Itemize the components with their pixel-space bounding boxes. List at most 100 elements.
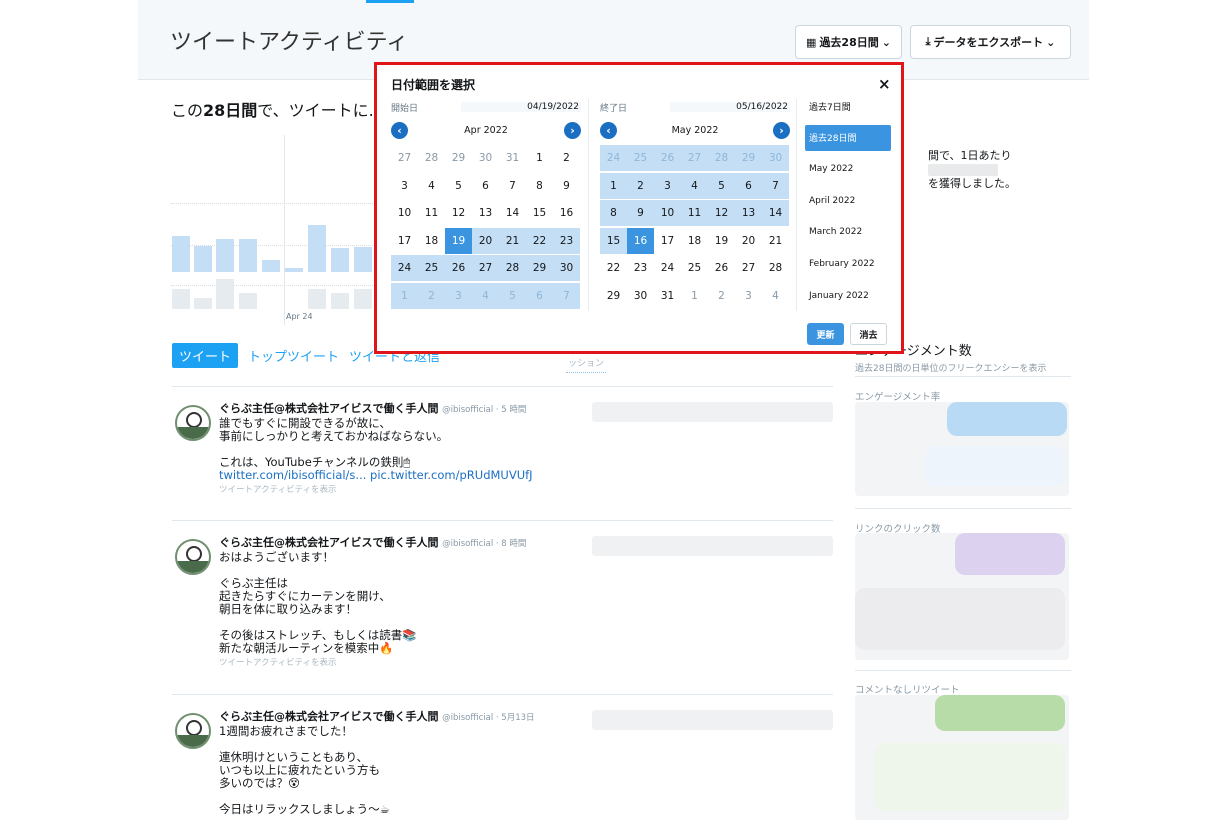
tweet-author[interactable]: ぐらぶ主任@株式会社アイビスで働く手人間 [219,710,438,723]
end-day[interactable]: 14 [762,200,789,226]
end-day[interactable]: 18 [681,228,708,254]
start-day[interactable]: 18 [418,228,445,254]
start-day[interactable]: 4 [472,282,499,309]
end-day[interactable]: 24 [600,145,627,171]
start-day[interactable]: 11 [418,200,445,226]
close-icon[interactable]: × [878,75,891,93]
preset-option[interactable]: January 2022 [805,283,891,309]
start-day[interactable]: 2 [553,145,580,171]
date-range-button[interactable]: ▦ 過去28日間 ⌄ [795,25,902,59]
end-day[interactable]: 5 [708,172,735,199]
start-day[interactable]: 27 [472,255,499,281]
prev-month-icon[interactable]: ‹ [600,121,617,139]
end-day[interactable]: 9 [627,200,654,226]
end-day[interactable]: 3 [654,172,681,199]
end-day[interactable]: 17 [654,228,681,254]
preset-option[interactable]: February 2022 [805,251,891,277]
start-day[interactable]: 25 [418,255,445,281]
start-day[interactable]: 7 [499,173,526,199]
start-day[interactable]: 19 [445,227,472,254]
end-day[interactable]: 2 [708,283,735,309]
end-day[interactable]: 25 [681,255,708,281]
start-day[interactable]: 30 [472,145,499,171]
start-day[interactable]: 1 [526,145,553,171]
start-day[interactable]: 15 [526,200,553,226]
start-day[interactable]: 10 [391,200,418,226]
start-day[interactable]: 27 [391,145,418,171]
start-day[interactable]: 5 [499,282,526,309]
end-day[interactable]: 27 [735,255,762,281]
tweet-author[interactable]: ぐらぶ主任@株式会社アイビスで働く手人間 [219,402,438,415]
end-day[interactable]: 20 [735,228,762,254]
start-day[interactable]: 28 [499,255,526,281]
end-day[interactable]: 27 [681,145,708,171]
end-day[interactable]: 15 [600,227,627,254]
end-day[interactable]: 25 [627,145,654,171]
start-day[interactable]: 14 [499,200,526,226]
tweet-link[interactable]: twitter.com/ibisofficial/s... pic.twitte… [219,469,589,482]
start-day[interactable]: 4 [418,173,445,199]
end-day[interactable]: 11 [681,200,708,226]
end-day[interactable]: 30 [627,283,654,309]
end-day[interactable]: 1 [681,283,708,309]
end-day[interactable]: 31 [654,283,681,309]
preset-option[interactable]: March 2022 [805,219,891,245]
end-day[interactable]: 28 [708,145,735,171]
end-date-input[interactable]: 05/16/2022 [670,102,790,112]
next-month-icon[interactable]: › [563,121,581,139]
end-day[interactable]: 16 [627,227,654,254]
start-day[interactable]: 6 [472,173,499,199]
start-day[interactable]: 29 [445,145,472,171]
start-day[interactable]: 30 [553,255,580,281]
start-day[interactable]: 29 [526,255,553,281]
end-day[interactable]: 4 [681,172,708,199]
end-day[interactable]: 3 [735,283,762,309]
start-date-input[interactable]: 04/19/2022 [461,102,581,112]
end-day[interactable]: 7 [762,172,789,199]
start-day[interactable]: 16 [553,200,580,226]
end-day[interactable]: 10 [654,200,681,226]
end-day[interactable]: 19 [708,228,735,254]
end-day[interactable]: 1 [600,172,627,199]
preset-option[interactable]: 過去7日間 [805,93,891,119]
start-day[interactable]: 24 [391,255,418,281]
start-day[interactable]: 8 [526,173,553,199]
start-day[interactable]: 3 [445,282,472,309]
start-day[interactable]: 31 [499,145,526,171]
preset-option[interactable]: May 2022 [805,156,891,182]
tab-tweets[interactable]: ツイート [172,342,239,368]
start-day[interactable]: 5 [445,173,472,199]
end-day[interactable]: 26 [708,255,735,281]
end-day[interactable]: 8 [600,200,627,226]
end-day[interactable]: 4 [762,283,789,309]
end-day[interactable]: 24 [654,255,681,281]
end-day[interactable]: 21 [762,228,789,254]
start-day[interactable]: 20 [472,227,499,254]
start-day[interactable]: 17 [391,228,418,254]
start-day[interactable]: 6 [526,282,553,309]
preset-option[interactable]: April 2022 [805,188,891,214]
end-day[interactable]: 23 [627,255,654,281]
start-day[interactable]: 13 [472,200,499,226]
update-button[interactable]: 更新 [807,323,844,345]
start-day[interactable]: 7 [553,282,580,309]
end-day[interactable]: 13 [735,200,762,226]
start-day[interactable]: 12 [445,200,472,226]
start-day[interactable]: 3 [391,173,418,199]
prev-month-icon[interactable]: ‹ [391,121,408,139]
end-day[interactable]: 6 [735,172,762,199]
tab-top-tweets[interactable]: トップツイート [248,346,339,365]
end-day[interactable]: 12 [708,200,735,226]
start-day[interactable]: 2 [418,282,445,309]
end-day[interactable]: 30 [762,145,789,171]
start-day[interactable]: 28 [418,145,445,171]
export-data-button[interactable]: ⤓ データをエクスポート ⌄ [910,25,1071,59]
end-day[interactable]: 22 [600,255,627,281]
end-day[interactable]: 28 [762,255,789,281]
start-day[interactable]: 26 [445,255,472,281]
end-day[interactable]: 29 [600,283,627,309]
preset-option[interactable]: 過去28日間 [805,124,891,151]
end-day[interactable]: 2 [627,172,654,199]
clear-button[interactable]: 消去 [850,323,887,345]
start-day[interactable]: 23 [553,227,580,254]
